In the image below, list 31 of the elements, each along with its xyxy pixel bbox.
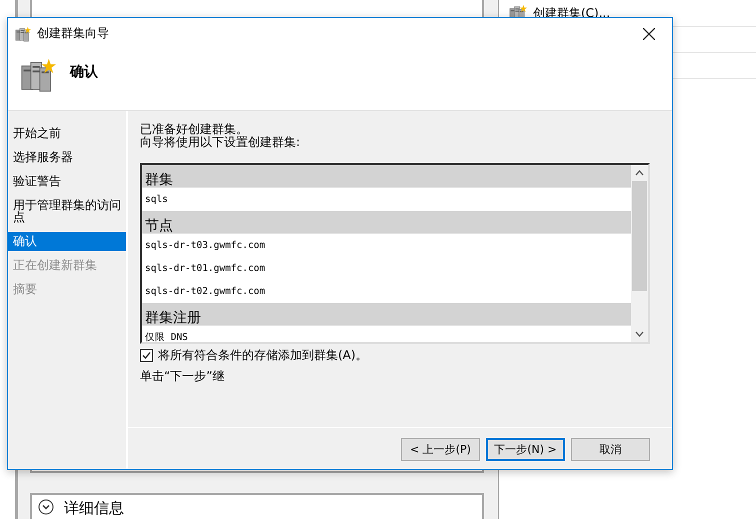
- instruction-text: 单击“下一步”继: [140, 368, 226, 385]
- details-section[interactable]: 详细信息: [30, 493, 484, 519]
- scrollbar[interactable]: [631, 165, 648, 342]
- page-heading: 确认: [70, 63, 98, 81]
- wizard-button[interactable]: 取消: [571, 438, 650, 461]
- check-icon: [142, 350, 151, 360]
- details-label: 详细信息: [64, 499, 124, 518]
- close-icon[interactable]: [643, 28, 655, 40]
- checkbox-label[interactable]: 将所有符合条件的存储添加到群集(A)。: [158, 346, 368, 364]
- cluster-icon: [15, 26, 31, 42]
- cluster-icon: [20, 57, 56, 93]
- intro-text: 已准备好创建群集。: [140, 123, 249, 136]
- window-title: 创建群集向导: [37, 25, 110, 42]
- list-item: sqls-dr-t01.gwmfc.com: [144, 262, 266, 276]
- wizard-step[interactable]: 验证警告: [8, 172, 126, 191]
- section-header: 群集: [142, 165, 631, 188]
- section-header: 节点: [142, 211, 631, 234]
- list-item: sqls-dr-t02.gwmfc.com: [144, 285, 266, 299]
- wizard-step[interactable]: 用于管理群集的访问点: [8, 196, 126, 227]
- wizard-button[interactable]: < 上一步(P): [401, 438, 480, 461]
- intro-text: 向导将使用以下设置创建群集:: [140, 136, 302, 149]
- section-header: 群集注册: [142, 303, 631, 326]
- checkbox[interactable]: [140, 348, 153, 362]
- wizard-step[interactable]: 选择服务器: [8, 148, 126, 167]
- list-item: 仅限 DNS: [144, 331, 189, 342]
- wizard-button[interactable]: 下一步(N) >: [486, 438, 565, 461]
- wizard-step[interactable]: 确认: [8, 232, 126, 251]
- list-item: sqls: [144, 193, 169, 207]
- expand-icon[interactable]: [38, 499, 54, 516]
- list-item: sqls-dr-t03.gwmfc.com: [144, 239, 266, 253]
- wizard-step[interactable]: 开始之前: [8, 124, 126, 143]
